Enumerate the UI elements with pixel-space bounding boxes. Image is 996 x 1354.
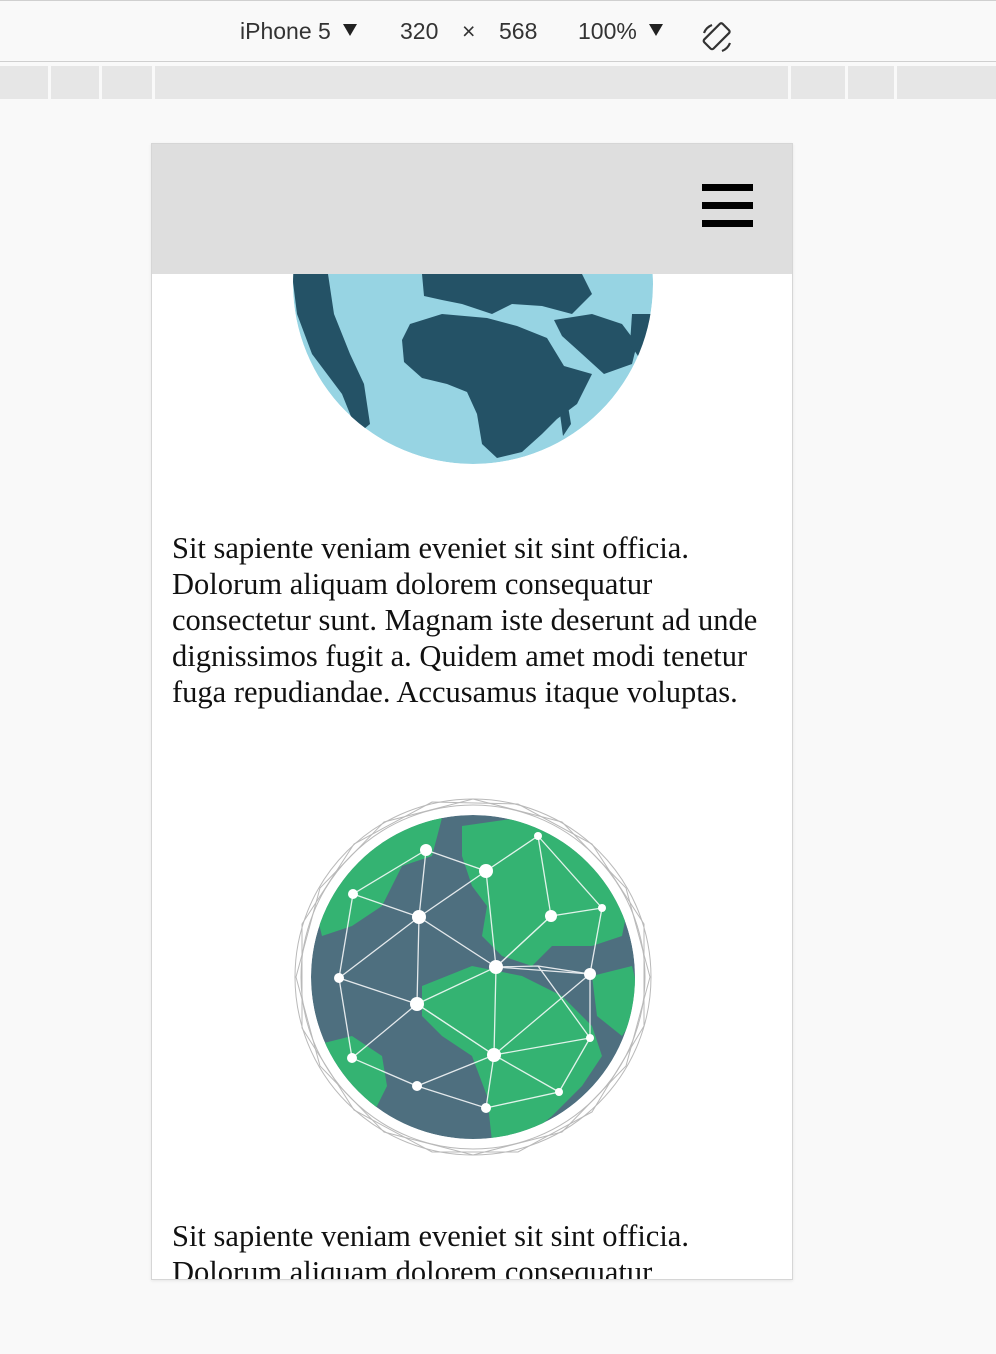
paragraph: Sit sapiente veniam eveniet sit sint off… bbox=[172, 1219, 689, 1280]
paragraph: Sit sapiente veniam eveniet sit sint off… bbox=[172, 531, 758, 709]
hamburger-menu-icon[interactable] bbox=[702, 184, 753, 228]
zoom-select-label: 100% bbox=[578, 18, 637, 44]
device-select-label: iPhone 5 bbox=[240, 18, 331, 44]
chevron-down-icon bbox=[648, 23, 663, 36]
height-input[interactable]: 568 bbox=[499, 11, 537, 51]
earth-globe-image bbox=[293, 274, 653, 464]
dimension-separator: × bbox=[462, 18, 476, 44]
device-toolbar: iPhone 5 320 × 568 100% bbox=[0, 0, 996, 62]
network-globe-image bbox=[294, 798, 652, 1156]
device-select[interactable]: iPhone 5 bbox=[240, 11, 357, 51]
width-input[interactable]: 320 bbox=[400, 11, 438, 51]
chevron-down-icon bbox=[342, 23, 357, 36]
media-query-bar[interactable] bbox=[0, 66, 996, 99]
device-viewport: Sit sapiente veniam eveniet sit sint off… bbox=[151, 143, 793, 1280]
zoom-select[interactable]: 100% bbox=[578, 11, 663, 51]
site-header bbox=[152, 144, 792, 274]
rotate-icon[interactable] bbox=[700, 21, 734, 55]
